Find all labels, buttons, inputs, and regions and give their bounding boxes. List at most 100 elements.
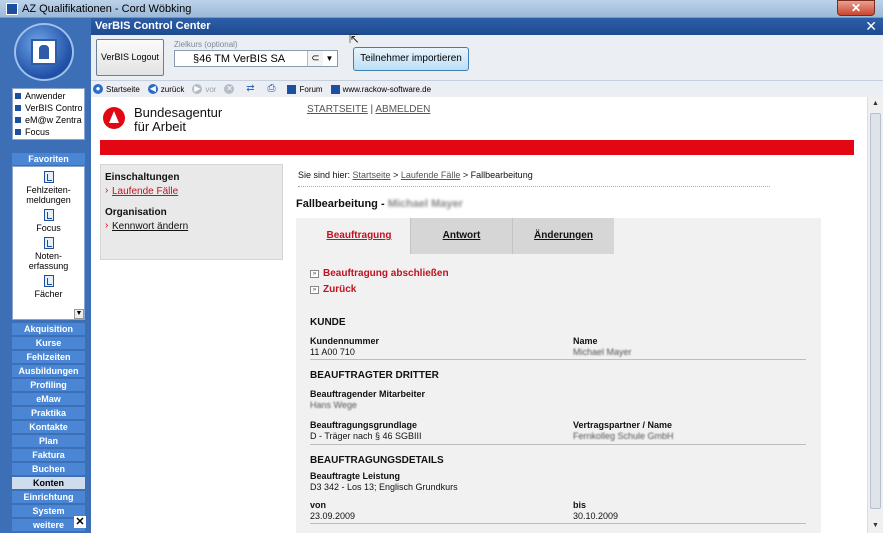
user-list-item[interactable]: VerBIS Control (15, 102, 82, 114)
favorite-icon (43, 171, 54, 183)
back-link[interactable]: ◀ zurück (147, 84, 184, 94)
sidebar-item-kurse[interactable]: Kurse (12, 337, 85, 349)
section-beauftragungsdetails: BEAUFTRAGUNGSDETAILS (310, 455, 444, 466)
print-link[interactable]: ⎙ (266, 84, 279, 94)
von-label: von (310, 500, 327, 510)
forward-link[interactable]: ▶ vor (192, 84, 216, 94)
section-beauftragter-dritter: BEAUFTRAGTER DRITTER (310, 370, 439, 381)
favorite-icon (43, 209, 54, 221)
favorite-faecher[interactable]: Fächer (13, 275, 84, 299)
name-value: Michael Mayer (573, 347, 632, 357)
sidebar-item-kontakte[interactable]: Kontakte (12, 421, 85, 433)
folder-icon[interactable]: ⊂ (307, 51, 323, 66)
sidebar-item-akquisition[interactable]: Akquisition (12, 323, 85, 335)
window-title: AZ Qualifikationen - Cord Wöbking (22, 2, 192, 15)
website-link[interactable]: www.rackow-software.de (330, 84, 431, 94)
zielkurs-select[interactable]: §46 TM VerBIS SA ⊂ ▼ (174, 50, 338, 67)
zielkurs-value: §46 TM VerBIS SA (193, 52, 286, 65)
action-arrow-icon: » (310, 269, 319, 278)
leistung-value: D3 342 - Los 13; Englisch Grundkurs (310, 482, 458, 492)
zurueck-link[interactable]: » Zurück (310, 284, 356, 295)
nav-section-organisation: Organisation (105, 207, 167, 218)
favorite-icon (43, 275, 54, 287)
sidebar-item-fehlzeiten[interactable]: Fehlzeiten (12, 351, 85, 363)
website-icon (330, 84, 340, 94)
vertical-scrollbar[interactable]: ▲ ▼ (867, 97, 883, 533)
tab-beauftragung[interactable]: Beauftragung (308, 218, 410, 254)
scroll-up-icon[interactable]: ▲ (868, 97, 883, 111)
favorite-focus[interactable]: Focus (13, 209, 84, 233)
top-link-startseite[interactable]: STARTSEITE (307, 104, 368, 115)
window-titlebar: AZ Qualifikationen - Cord Wöbking (0, 0, 883, 18)
nav-item-laufende-faelle[interactable]: Laufende Fälle (105, 185, 278, 197)
vertragspartner-value: Fernkolleg Schule GmbH (573, 431, 674, 441)
user-list-item[interactable]: eM@w Zentrale (15, 114, 82, 126)
forward-arrow-icon: ▶ (192, 84, 203, 94)
nav-item-kennwort[interactable]: Kennwort ändern (105, 220, 278, 232)
refresh-icon: ⇄ (246, 83, 255, 94)
breadcrumb-current: Fallbearbeitung (470, 170, 533, 180)
divider (298, 186, 770, 187)
favorite-noten[interactable]: Noten- erfassung (13, 237, 84, 271)
vertragspartner-label: Vertragspartner / Name (573, 420, 673, 430)
back-arrow-icon: ◀ (147, 84, 158, 94)
forum-icon (287, 84, 297, 94)
scroll-down-icon[interactable]: ▼ (868, 519, 883, 533)
sidebar-nav: Akquisition Kurse Fehlzeiten Ausbildunge… (12, 323, 85, 533)
refresh-link[interactable]: ⇄ (245, 84, 258, 94)
top-link-abmelden[interactable]: ABMELDEN (375, 104, 430, 115)
sidebar-item-buchen[interactable]: Buchen (12, 463, 85, 475)
mitarbeiter-value: Hans Wege (310, 400, 357, 410)
name-label: Name (573, 336, 598, 346)
app-logo-icon (14, 23, 74, 81)
sidebar-item-konten[interactable]: Konten (12, 477, 85, 489)
app-icon (6, 2, 18, 15)
divider (310, 523, 806, 524)
favorite-fehlzeiten[interactable]: Fehlzeiten- meldungen (13, 171, 84, 205)
user-list-item[interactable]: Anwender (15, 90, 82, 102)
sidebar-item-praktika[interactable]: Praktika (12, 407, 85, 419)
stop-link[interactable]: ✕ (224, 84, 237, 94)
mouse-cursor-icon: ⇱ (349, 32, 360, 46)
user-list-item[interactable]: Focus (15, 126, 82, 138)
sidebar: Anwender VerBIS Control eM@w Zentrale Fo… (0, 18, 91, 533)
brand-red-bar (100, 140, 854, 155)
toolbar: VerBIS Logout Zielkurs (optional) §46 TM… (91, 35, 883, 81)
sidebar-item-profiling[interactable]: Profiling (12, 379, 85, 391)
breadcrumb-laufende-faelle[interactable]: Laufende Fälle (401, 170, 461, 180)
tab-antwort[interactable]: Antwort (410, 218, 512, 254)
kundennummer-label: Kundennummer (310, 336, 380, 346)
control-center-close-icon[interactable]: ✕ (865, 18, 877, 35)
favorites-panel: Fehlzeiten- meldungen Focus Noten- erfas… (12, 166, 85, 320)
chevron-down-icon[interactable]: ▼ (323, 54, 336, 63)
browser-nav-bar: ● Startseite ◀ zurück ▶ vor ✕ ⇄ ⎙ Forum www… (91, 81, 883, 97)
favorites-scroll-down[interactable]: ▼ (74, 309, 84, 319)
sidebar-item-faktura[interactable]: Faktura (12, 449, 85, 461)
sidebar-item-plan[interactable]: Plan (12, 435, 85, 447)
forum-link[interactable]: Forum (287, 84, 323, 94)
kundennummer-value: 11 A00 710 (310, 347, 355, 357)
window-close-button[interactable]: ✕ (837, 0, 875, 16)
sidebar-item-ausbildungen[interactable]: Ausbildungen (12, 365, 85, 377)
import-participants-button[interactable]: Teilnehmer importieren (353, 47, 469, 71)
nav-section-einschaltungen: Einschaltungen (105, 172, 180, 183)
sidebar-close-icon[interactable]: ✕ (74, 516, 86, 528)
sidebar-item-einrichtung[interactable]: Einrichtung (12, 491, 85, 503)
breadcrumb-startseite[interactable]: Startseite (353, 170, 391, 180)
divider (310, 444, 806, 445)
favorites-header[interactable]: Favoriten (12, 153, 85, 165)
section-kunde: KUNDE (310, 317, 346, 328)
von-value: 23.09.2009 (310, 511, 356, 521)
tab-bar: Beauftragung Antwort Änderungen (308, 218, 614, 254)
ba-logo-icon (103, 107, 125, 129)
favorite-icon (43, 237, 54, 249)
control-center-title: VerBIS Control Center (95, 20, 211, 32)
breadcrumb: Sie sind hier: Startseite > Laufende Fäl… (298, 170, 533, 180)
home-link[interactable]: ● Startseite (93, 84, 140, 94)
scroll-thumb[interactable] (870, 113, 881, 509)
print-icon: ⎙ (267, 83, 276, 94)
beauftragung-abschliessen-link[interactable]: » Beauftragung abschließen (310, 268, 449, 279)
sidebar-item-emaw[interactable]: eMaw (12, 393, 85, 405)
verbis-logout-button[interactable]: VerBIS Logout (96, 39, 164, 76)
tab-aenderungen[interactable]: Änderungen (512, 218, 614, 254)
